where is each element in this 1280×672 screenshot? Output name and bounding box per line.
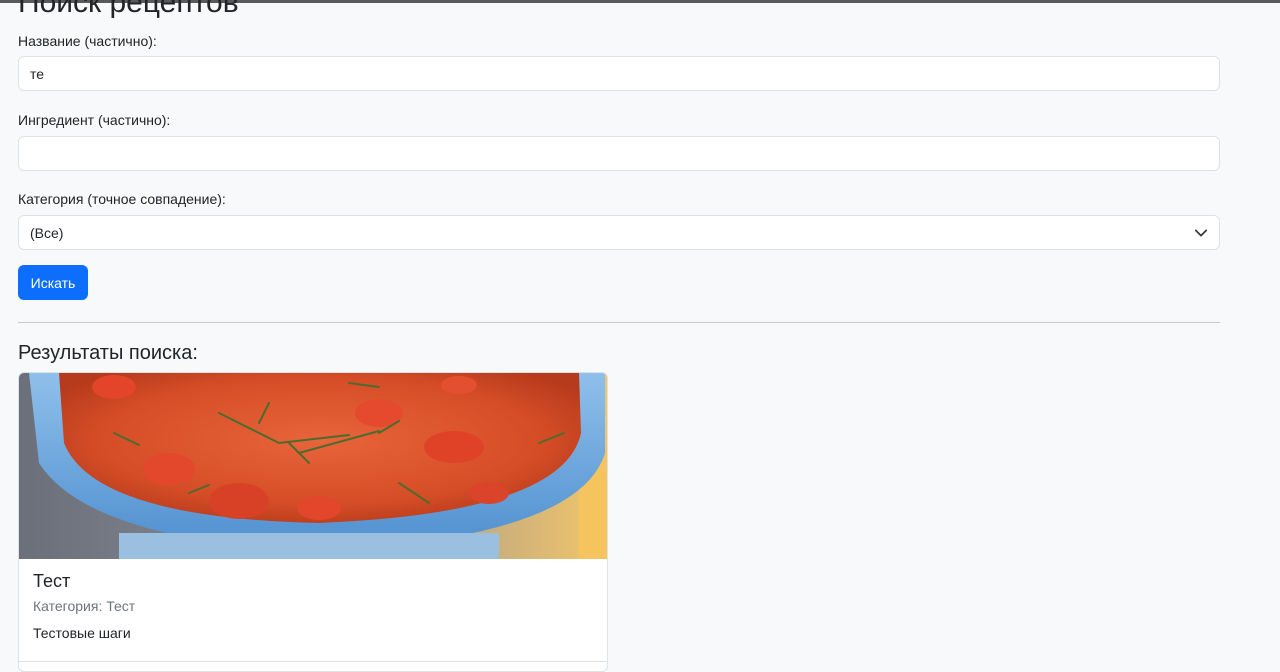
ingredient-label: Ингредиент (частично): [18, 112, 171, 128]
category-selected-value: (Все) [30, 224, 64, 241]
ingredient-search-input[interactable] [18, 136, 1220, 171]
name-label: Название (частично): [18, 33, 157, 49]
page-title: Поиск рецептов [18, 0, 239, 19]
name-search-input[interactable] [18, 56, 1220, 91]
recipe-card[interactable]: Тест Категория: Тест Тестовые шаги [18, 372, 608, 672]
recipe-image[interactable] [19, 373, 607, 559]
recipe-card-footer-divider [19, 661, 607, 662]
recipe-title: Тест [33, 571, 71, 591]
category-select[interactable]: (Все) [18, 215, 1220, 250]
search-button[interactable]: Искать [18, 265, 88, 300]
recipe-card-body: Тест Категория: Тест Тестовые шаги [33, 569, 593, 642]
results-divider [18, 322, 1220, 323]
chevron-down-icon [1194, 229, 1208, 236]
recipe-steps: Тестовые шаги [33, 625, 131, 641]
results-heading: Результаты поиска: [18, 342, 198, 364]
category-label: Категория (точное совпадение): [18, 191, 226, 207]
recipe-category: Категория: Тест [33, 598, 136, 614]
